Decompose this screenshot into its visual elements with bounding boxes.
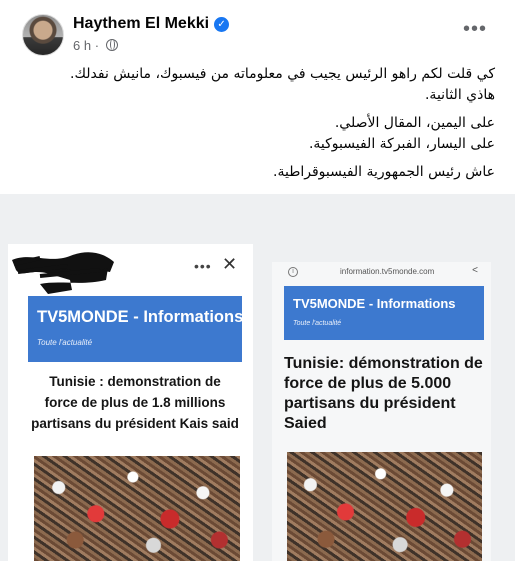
facebook-post: Haythem El Mekki ✓ 6 h · ••• كي قلت لكم ر… — [0, 0, 515, 561]
post-text-line: على اليسار، الفبركة الفيسبوكية. — [308, 136, 495, 152]
globe-icon — [105, 39, 118, 51]
close-icon: ✕ — [222, 254, 238, 274]
fake-headline: Tunisie : demonstration de force de plus… — [28, 371, 242, 434]
browser-url-bar: i information.tv5monde.com < — [284, 264, 484, 282]
headline-line: force de plus de 1.8 millions — [44, 395, 226, 410]
author-name[interactable]: Haythem El Mekki — [73, 15, 209, 32]
redaction-scribble — [12, 252, 114, 294]
tv5-banner: TV5MONDE - Informations Toute l'actualit… — [284, 286, 484, 340]
headline-line: Tunisie : demonstration de — [49, 374, 221, 389]
post-image[interactable]: ••• ✕ TV5MONDE - Informations Toute l'ac… — [0, 194, 515, 561]
share-icon: < — [472, 265, 478, 276]
verified-badge-icon: ✓ — [214, 17, 230, 32]
tv5-banner: TV5MONDE - Informations Toute l'actualit… — [28, 296, 244, 362]
post-text-line: هاذي الثانية. — [424, 87, 495, 103]
headline-line: Saied — [284, 415, 327, 432]
original-article-screenshot: i information.tv5monde.com < TV5MONDE - … — [272, 262, 491, 561]
post-text-line: على اليمين، المقال الأصلي. — [334, 115, 495, 131]
post-text-line: كي قلت لكم راهو الرئيس يجيب في معلوماته … — [70, 66, 495, 82]
info-icon: i — [288, 267, 298, 277]
more-dots-icon: ••• — [194, 258, 212, 274]
post-timestamp[interactable]: 6 h — [73, 38, 91, 53]
banner-title: TV5MONDE - Informations — [37, 308, 244, 326]
fake-article-screenshot: ••• ✕ TV5MONDE - Informations Toute l'ac… — [8, 244, 253, 561]
post-text-line: عاش رئيس الجمهورية الفيسبوقراطية. — [273, 164, 495, 180]
banner-subtitle: Toute l'actualité — [293, 320, 342, 327]
original-headline: Tunisie: démonstration de force de plus … — [284, 354, 484, 434]
more-options-icon[interactable]: ••• — [463, 19, 487, 39]
crowd-photo — [34, 456, 240, 561]
post-meta: 6 h · — [73, 38, 118, 53]
meta-separator: · — [94, 38, 100, 53]
headline-line: Tunisie: démonstration de — [284, 355, 483, 372]
banner-subtitle: Toute l'actualité — [37, 338, 93, 347]
headline-line: partisans du président Kais said — [31, 416, 239, 431]
crowd-photo — [287, 452, 482, 561]
banner-title: TV5MONDE - Informations — [293, 296, 456, 311]
headline-line: force de plus de 5.000 — [284, 375, 452, 392]
url-text: information.tv5monde.com — [340, 267, 435, 276]
author-name-row: Haythem El Mekki ✓ — [73, 15, 230, 33]
author-avatar[interactable] — [22, 14, 64, 56]
headline-line: partisans du président — [284, 395, 456, 412]
